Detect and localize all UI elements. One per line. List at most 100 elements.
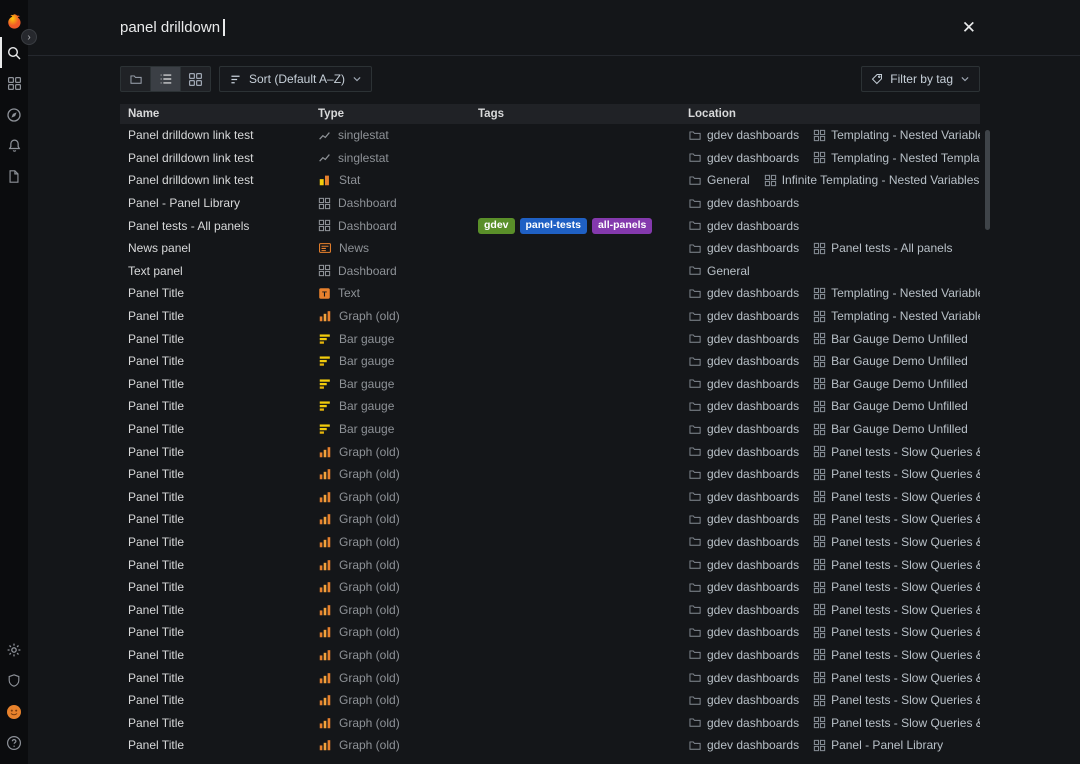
table-row[interactable]: Panel tests - All panelsDashboardgdevpan…	[120, 214, 980, 237]
sidebar-item-file[interactable]	[0, 161, 28, 192]
location-folder-link[interactable]: gdev dashboards	[688, 716, 799, 730]
table-row[interactable]: Panel drilldown link testsinglestatgdev …	[120, 124, 980, 147]
folder-view-button[interactable]	[120, 66, 151, 92]
sidebar-expand-button[interactable]: ›	[21, 29, 37, 45]
location-dashboard-link[interactable]: Bar Gauge Demo Unfilled	[813, 399, 968, 413]
table-row[interactable]: Panel TitleGraph (old)gdev dashboardsPan…	[120, 440, 980, 463]
location-dashboard-link[interactable]: Panel tests - All panels	[813, 241, 952, 255]
location-folder-link[interactable]: gdev dashboards	[688, 241, 799, 255]
location-folder-link[interactable]: gdev dashboards	[688, 151, 799, 165]
table-row[interactable]: Panel TitleGraph (old)gdev dashboardsPan…	[120, 553, 980, 576]
close-icon[interactable]: ✕	[962, 19, 976, 36]
table-row[interactable]: Panel TitleBar gaugegdev dashboardsBar G…	[120, 327, 980, 350]
location-dashboard-link[interactable]: Panel tests - Slow Queries & Annotations	[813, 716, 980, 730]
sort-select[interactable]: Sort (Default A–Z)	[219, 66, 372, 92]
table-row[interactable]: Panel TitleGraph (old)gdev dashboardsPan…	[120, 598, 980, 621]
table-row[interactable]: Panel TitleTTextgdev dashboardsTemplatin…	[120, 282, 980, 305]
location-folder-link[interactable]: gdev dashboards	[688, 625, 799, 639]
location-dashboard-link[interactable]: Panel tests - Slow Queries & Annotations	[813, 671, 980, 685]
location-folder-link[interactable]: gdev dashboards	[688, 219, 799, 233]
tag-badge[interactable]: panel-tests	[520, 218, 587, 234]
table-row[interactable]: Panel TitleGraph (old)gdev dashboardsPan…	[120, 463, 980, 486]
location-dashboard-link[interactable]: Panel tests - Slow Queries & Annotations	[813, 603, 980, 617]
location-dashboard-link[interactable]: Panel - Panel Library	[813, 738, 943, 752]
tag-badge[interactable]: all-panels	[592, 218, 652, 234]
table-row[interactable]: Panel drilldown link testStatGeneralInfi…	[120, 169, 980, 192]
location-dashboard-link[interactable]: Panel tests - Slow Queries & Annotations	[813, 648, 980, 662]
location-folder-link[interactable]: General	[688, 173, 750, 187]
list-view-button[interactable]	[150, 66, 181, 92]
search-input[interactable]: panel drilldown	[120, 19, 962, 36]
location-folder-link[interactable]: gdev dashboards	[688, 648, 799, 662]
location-dashboard-link[interactable]: Panel tests - Slow Queries & Annotations	[813, 467, 980, 481]
location-folder-link[interactable]: gdev dashboards	[688, 377, 799, 391]
location-dashboard-link[interactable]: Templating - Nested Variables Drilldown	[813, 286, 980, 300]
table-row[interactable]: Panel TitleGraph (old)gdev dashboardsPan…	[120, 666, 980, 689]
location-folder-link[interactable]: gdev dashboards	[688, 535, 799, 549]
location-folder-link[interactable]: gdev dashboards	[688, 422, 799, 436]
location-dashboard-link[interactable]: Panel tests - Slow Queries & Annotations	[813, 445, 980, 459]
location-folder-link[interactable]: gdev dashboards	[688, 196, 799, 210]
table-row[interactable]: News panelNewsgdev dashboardsPanel tests…	[120, 237, 980, 260]
table-row[interactable]: Panel TitleGraph (old)gdev dashboardsPan…	[120, 576, 980, 599]
table-row[interactable]: Panel TitleBar gaugegdev dashboardsBar G…	[120, 350, 980, 373]
location-folder-link[interactable]: gdev dashboards	[688, 558, 799, 572]
table-row[interactable]: Panel TitleBar gaugegdev dashboardsBar G…	[120, 418, 980, 441]
location-folder-link[interactable]: gdev dashboards	[688, 580, 799, 594]
table-row[interactable]: Panel - Panel LibraryDashboardgdev dashb…	[120, 192, 980, 215]
location-folder-link[interactable]: gdev dashboards	[688, 671, 799, 685]
table-row[interactable]: Panel TitleGraph (old)gdev dashboardsPan…	[120, 531, 980, 554]
location-dashboard-link[interactable]: Panel tests - Slow Queries & Annotations	[813, 625, 980, 639]
location-folder-link[interactable]: gdev dashboards	[688, 286, 799, 300]
location-folder-link[interactable]: gdev dashboards	[688, 445, 799, 459]
location-folder-link[interactable]: gdev dashboards	[688, 693, 799, 707]
location-dashboard-link[interactable]: Panel tests - Slow Queries & Annotations	[813, 693, 980, 707]
table-row[interactable]: Panel TitleBar gaugegdev dashboardsBar G…	[120, 373, 980, 396]
location-folder-link[interactable]: gdev dashboards	[688, 490, 799, 504]
location-dashboard-link[interactable]: Panel tests - Slow Queries & Annotations	[813, 580, 980, 594]
location-folder-link[interactable]: gdev dashboards	[688, 399, 799, 413]
scrollbar-thumb[interactable]	[985, 130, 990, 230]
table-row[interactable]: Panel TitleGraph (old)gdev dashboardsPan…	[120, 621, 980, 644]
location-dashboard-link[interactable]: Templating - Nested Variables Drilldown	[813, 128, 980, 142]
table-row[interactable]: Text panelDashboardGeneral	[120, 260, 980, 283]
tag-badge[interactable]: gdev	[478, 218, 515, 234]
location-folder-link[interactable]: gdev dashboards	[688, 603, 799, 617]
location-folder-link[interactable]: General	[688, 264, 750, 278]
location-folder-link[interactable]: gdev dashboards	[688, 332, 799, 346]
location-dashboard-link[interactable]: Templating - Nested Template Variables	[813, 151, 980, 165]
sidebar-item-apps[interactable]	[0, 68, 28, 99]
location-dashboard-link[interactable]: Panel tests - Slow Queries & Annotations	[813, 558, 980, 572]
location-dashboard-link[interactable]: Bar Gauge Demo Unfilled	[813, 354, 968, 368]
table-row[interactable]: Panel TitleGraph (old)gdev dashboardsPan…	[120, 711, 980, 734]
table-row[interactable]: Panel TitleGraph (old)gdev dashboardsPan…	[120, 486, 980, 509]
location-folder-link[interactable]: gdev dashboards	[688, 512, 799, 526]
tag-filter-select[interactable]: Filter by tag	[861, 66, 980, 92]
location-folder-link[interactable]: gdev dashboards	[688, 467, 799, 481]
location-dashboard-link[interactable]: Bar Gauge Demo Unfilled	[813, 422, 968, 436]
table-row[interactable]: Panel TitleGraph (old)gdev dashboardsPan…	[120, 644, 980, 667]
location-folder-link[interactable]: gdev dashboards	[688, 309, 799, 323]
location-dashboard-link[interactable]: Bar Gauge Demo Unfilled	[813, 332, 968, 346]
location-dashboard-link[interactable]: Panel tests - Slow Queries & Annotations	[813, 490, 980, 504]
sidebar-item-bell[interactable]	[0, 130, 28, 161]
sidebar-item-avatar[interactable]	[0, 696, 28, 727]
location-dashboard-link[interactable]: Panel tests - Slow Queries & Annotations	[813, 535, 980, 549]
location-folder-link[interactable]: gdev dashboards	[688, 128, 799, 142]
location-folder-link[interactable]: gdev dashboards	[688, 738, 799, 752]
sidebar-item-question[interactable]	[0, 727, 28, 758]
table-row[interactable]: Panel TitleGraph (old)gdev dashboardsPan…	[120, 734, 980, 757]
location-dashboard-link[interactable]: Panel tests - Slow Queries & Annotations	[813, 512, 980, 526]
sidebar-item-gear[interactable]	[0, 634, 28, 665]
location-dashboard-link[interactable]: Bar Gauge Demo Unfilled	[813, 377, 968, 391]
table-row[interactable]: Panel TitleGraph (old)gdev dashboardsPan…	[120, 508, 980, 531]
location-dashboard-link[interactable]: Infinite Templating - Nested Variables D…	[764, 173, 980, 187]
table-row[interactable]: Panel TitleBar gaugegdev dashboardsBar G…	[120, 395, 980, 418]
sidebar-item-compass[interactable]	[0, 99, 28, 130]
sidebar-item-shield[interactable]	[0, 665, 28, 696]
location-dashboard-link[interactable]: Templating - Nested Variables Drilldown	[813, 309, 980, 323]
table-row[interactable]: Panel TitleGraph (old)gdev dashboardsTem…	[120, 305, 980, 328]
table-row[interactable]: Panel drilldown link testsinglestatgdev …	[120, 147, 980, 170]
grid-view-button[interactable]	[180, 66, 211, 92]
location-folder-link[interactable]: gdev dashboards	[688, 354, 799, 368]
